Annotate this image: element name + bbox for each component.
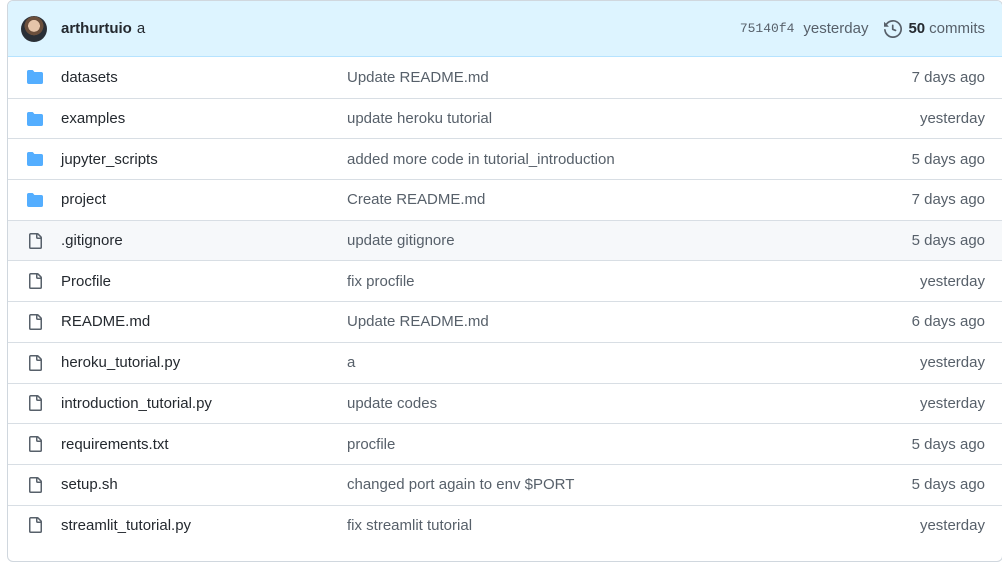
commit-age: 5 days ago [911, 232, 985, 250]
file-row[interactable]: datasets Update README.md 7 days ago [8, 57, 1002, 98]
commit-age: yesterday [919, 110, 985, 128]
file-icon [25, 271, 45, 291]
file-list: datasets Update README.md 7 days ago exampl… [8, 57, 1002, 545]
commit-message-link[interactable]: procfile [347, 436, 912, 453]
file-name-link[interactable]: jupyter_scripts [61, 151, 347, 168]
folder-icon [25, 149, 45, 169]
commit-message-link[interactable]: fix streamlit tutorial [347, 517, 920, 534]
file-name-link[interactable]: streamlit_tutorial.py [61, 517, 347, 534]
commit-age: yesterday [919, 354, 985, 372]
file-browser: arthurtuio a 75140f4 yesterday 50 commits… [7, 0, 1002, 562]
commit-message-link[interactable]: Update README.md [347, 313, 912, 330]
commit-message-link[interactable]: changed port again to env $PORT [347, 476, 912, 493]
commit-age: yesterday [919, 394, 985, 412]
file-row[interactable]: requirements.txt procfile 5 days ago [8, 423, 1002, 464]
history-icon[interactable] [884, 19, 903, 38]
file-icon [25, 475, 45, 495]
file-row[interactable]: jupyter_scripts added more code in tutori… [8, 138, 1002, 179]
latest-commit-bar: arthurtuio a 75140f4 yesterday 50 commits [8, 1, 1002, 57]
commit-message-link[interactable]: a [347, 354, 920, 371]
file-row[interactable]: Procfile fix procfile yesterday [8, 260, 1002, 301]
avatar[interactable] [21, 15, 47, 42]
commit-time: yesterday [803, 20, 869, 37]
file-row[interactable]: heroku_tutorial.py a yesterday [8, 341, 1002, 383]
file-icon [25, 312, 45, 332]
commit-message-link[interactable]: update heroku tutorial [347, 110, 920, 127]
file-icon [25, 434, 45, 454]
file-icon [25, 393, 45, 413]
file-name-link[interactable]: datasets [61, 69, 347, 86]
commit-message-link[interactable]: update gitignore [347, 232, 912, 249]
file-name-link[interactable]: .gitignore [61, 232, 347, 249]
commit-message-link[interactable]: a [137, 20, 145, 37]
commit-message-link[interactable]: Create README.md [347, 191, 912, 208]
commits-link[interactable]: 50 commits [908, 20, 985, 37]
commit-message-link[interactable]: fix procfile [347, 273, 920, 290]
folder-icon [25, 67, 45, 87]
file-row[interactable]: project Create README.md 7 days ago [8, 179, 1002, 220]
file-name-link[interactable]: requirements.txt [61, 436, 347, 453]
file-name-link[interactable]: README.md [61, 313, 347, 330]
commit-age: 6 days ago [911, 313, 985, 331]
commit-age: yesterday [919, 516, 985, 534]
commit-age: 5 days ago [911, 150, 985, 168]
file-name-link[interactable]: introduction_tutorial.py [61, 395, 347, 412]
commit-age: 5 days ago [911, 476, 985, 494]
commit-message-link[interactable]: added more code in tutorial_introduction [347, 151, 912, 168]
file-row[interactable]: examples update heroku tutorial yesterday [8, 97, 1002, 139]
file-icon [25, 231, 45, 251]
file-row[interactable]: README.md Update README.md 6 days ago [8, 301, 1002, 342]
file-row[interactable]: setup.sh changed port again to env $PORT 5… [8, 463, 1002, 505]
file-name-link[interactable]: Procfile [61, 273, 347, 290]
file-name-link[interactable]: examples [61, 110, 347, 127]
file-icon [25, 515, 45, 535]
commits-label: commits [929, 20, 985, 37]
file-name-link[interactable]: project [61, 191, 347, 208]
commits-count: 50 [908, 20, 926, 37]
file-name-link[interactable]: setup.sh [61, 476, 347, 493]
commit-age: yesterday [919, 272, 985, 290]
folder-icon [25, 109, 45, 129]
commit-age: 5 days ago [911, 435, 985, 453]
commit-message-link[interactable]: Update README.md [347, 69, 912, 86]
file-icon [25, 353, 45, 373]
folder-icon [25, 190, 45, 210]
commit-age: 7 days ago [911, 191, 985, 209]
file-row[interactable]: streamlit_tutorial.py fix streamlit tutor… [8, 504, 1002, 546]
commit-age: 7 days ago [911, 68, 985, 86]
commit-message-link[interactable]: update codes [347, 395, 920, 412]
file-name-link[interactable]: heroku_tutorial.py [61, 354, 347, 371]
commit-author-link[interactable]: arthurtuio [61, 20, 132, 37]
file-row[interactable]: introduction_tutorial.py update codes yest… [8, 382, 1002, 424]
commit-sha-link[interactable]: 75140f4 [740, 21, 795, 36]
file-row[interactable]: .gitignore update gitignore 5 days ago [8, 219, 1002, 261]
